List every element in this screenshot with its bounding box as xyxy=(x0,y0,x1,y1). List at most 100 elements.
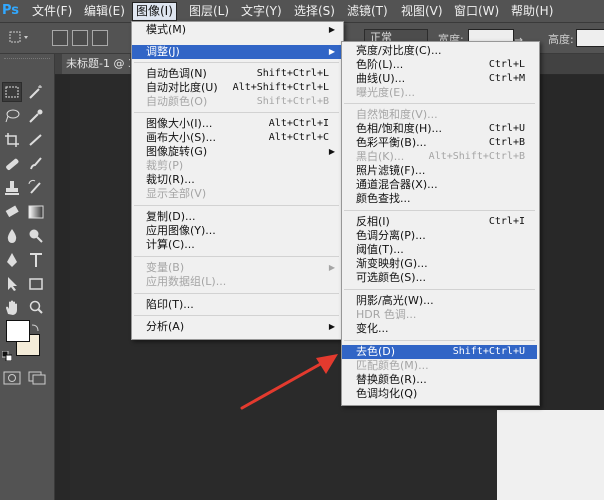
submenu-arrow-icon: ▶ xyxy=(328,47,335,56)
hand-icon[interactable] xyxy=(2,298,22,318)
image-menu-trap[interactable]: 陷印(T)... xyxy=(132,298,341,312)
annotation-arrow xyxy=(240,354,338,410)
adjust-match-color: 匹配颜色(M)... xyxy=(356,359,429,372)
add-selection-icon[interactable] xyxy=(72,30,88,46)
submenu-arrow-icon: ▶ xyxy=(328,25,335,34)
adjust-black-white: 黑白(K)... Alt+Shift+Ctrl+B xyxy=(356,150,525,163)
adjust-desaturate[interactable]: 去色(D) Shift+Ctrl+U xyxy=(342,345,537,359)
adjust-photo-filter[interactable]: 照片滤镜(F)... xyxy=(342,164,537,178)
swap-colors-icon[interactable] xyxy=(30,318,40,332)
adjust-brightness-contrast[interactable]: 亮度/对比度(C)... xyxy=(342,44,537,58)
menu-bar: Ps 文件(F) 编辑(E) 图像(I) 图层(L) 文字(Y) 选择(S) 滤… xyxy=(0,0,604,23)
image-menu-auto-tone[interactable]: 自动色调(N) Shift+Ctrl+L xyxy=(132,67,341,81)
adjust-color-balance[interactable]: 色彩平衡(B)... Ctrl+B xyxy=(342,136,537,150)
image-menu-auto-contrast[interactable]: 自动对比度(U) Alt+Shift+Ctrl+L xyxy=(132,81,341,95)
adjust-hdr-toning: HDR 色调... xyxy=(356,308,417,321)
menu-layer[interactable]: 图层(L) xyxy=(189,3,229,20)
menu-separator xyxy=(344,340,535,341)
adjust-invert[interactable]: 反相(I) Ctrl+I xyxy=(342,215,537,229)
menu-separator xyxy=(134,293,339,294)
measure-icon[interactable] xyxy=(26,130,46,150)
adjust-equalize[interactable]: 色调均化(Q) xyxy=(342,387,537,401)
menu-view[interactable]: 视图(V) xyxy=(401,3,443,20)
eyedropper-icon[interactable] xyxy=(26,106,46,126)
zoom-icon[interactable] xyxy=(26,298,46,318)
menu-separator xyxy=(344,210,535,211)
adjust-threshold[interactable]: 阈值(T)... xyxy=(342,243,537,257)
rectangle-shape-icon[interactable] xyxy=(26,274,46,294)
adjust-variations[interactable]: 变化... xyxy=(342,322,537,336)
menu-separator xyxy=(134,256,339,257)
eraser-icon[interactable] xyxy=(2,202,22,222)
image-menu-mode[interactable]: 模式(M) ▶ xyxy=(132,23,341,37)
lasso-icon[interactable] xyxy=(2,106,22,126)
adjust-exposure: 曝光度(E)... xyxy=(356,86,416,99)
menu-help[interactable]: 帮助(H) xyxy=(511,3,553,20)
path-selection-icon[interactable] xyxy=(2,274,22,294)
new-selection-icon[interactable] xyxy=(52,30,68,46)
type-icon[interactable] xyxy=(26,250,46,270)
toolbox xyxy=(0,54,55,500)
image-menu-analysis[interactable]: 分析(A) ▶ xyxy=(132,320,341,334)
image-menu-duplicate[interactable]: 复制(D)... xyxy=(132,210,341,224)
menu-type[interactable]: 文字(Y) xyxy=(241,3,282,20)
rect-marquee-icon[interactable] xyxy=(2,82,22,102)
adjust-selective-color[interactable]: 可选颜色(S)... xyxy=(342,271,537,285)
app-logo: Ps xyxy=(2,3,20,18)
image-menu-image-size[interactable]: 图像大小(I)... Alt+Ctrl+I xyxy=(132,117,341,131)
image-menu-adjustments[interactable]: 调整(J) ▶ xyxy=(132,45,341,59)
toolbox-grip[interactable] xyxy=(4,58,50,61)
adjust-color-lookup[interactable]: 颜色查找... xyxy=(342,192,537,206)
adjust-shadows-highlights[interactable]: 阴影/高光(W)... xyxy=(342,294,537,308)
menu-separator xyxy=(134,315,339,316)
menu-separator xyxy=(344,103,535,104)
history-brush-icon[interactable] xyxy=(26,178,46,198)
dodge-icon[interactable] xyxy=(26,226,46,246)
quick-mask-icon[interactable] xyxy=(3,370,21,385)
healing-brush-icon[interactable] xyxy=(2,154,22,174)
subtract-selection-icon[interactable] xyxy=(92,30,108,46)
image-menu-trim[interactable]: 裁切(R)... xyxy=(132,173,341,187)
adjust-gradient-map[interactable]: 渐变映射(G)... xyxy=(342,257,537,271)
menu-filter[interactable]: 滤镜(T) xyxy=(347,3,388,20)
adjust-channel-mixer[interactable]: 通道混合器(X)... xyxy=(342,178,537,192)
menu-separator xyxy=(134,205,339,206)
image-menu-calculations[interactable]: 计算(C)... xyxy=(132,238,341,252)
menu-file[interactable]: 文件(F) xyxy=(32,3,72,20)
height-label: 高度: xyxy=(548,33,574,46)
image-menu-apply-data-set: 应用数据组(L)... xyxy=(146,275,227,288)
blur-icon[interactable] xyxy=(2,226,22,246)
adjust-hue-saturation[interactable]: 色相/饱和度(H)... Ctrl+U xyxy=(342,122,537,136)
image-menu-image-rotation[interactable]: 图像旋转(G) ▶ xyxy=(132,145,341,159)
magic-wand-icon[interactable] xyxy=(26,82,46,102)
image-menu-reveal-all: 显示全部(V) xyxy=(146,187,207,200)
adjust-replace-color[interactable]: 替换颜色(R)... xyxy=(342,373,537,387)
adjust-levels[interactable]: 色阶(L)... Ctrl+L xyxy=(342,58,537,72)
menu-separator xyxy=(134,112,339,113)
menu-select[interactable]: 选择(S) xyxy=(294,3,335,20)
image-menu-crop: 裁剪(P) xyxy=(146,159,184,172)
marquee-preset-icon[interactable] xyxy=(8,29,30,45)
crop-icon[interactable] xyxy=(2,130,22,150)
default-colors-icon[interactable] xyxy=(1,346,13,362)
document-tab[interactable]: 未标题-1 @ 3 xyxy=(62,54,130,74)
gradient-icon[interactable] xyxy=(26,202,46,222)
adjust-posterize[interactable]: 色调分离(P)... xyxy=(342,229,537,243)
foreground-color-front[interactable] xyxy=(6,320,30,342)
height-field[interactable] xyxy=(576,29,604,47)
image-menu-apply-image[interactable]: 应用图像(Y)... xyxy=(132,224,341,238)
image-menu-auto-color: 自动颜色(O) Shift+Ctrl+B xyxy=(146,95,329,108)
brush-icon[interactable] xyxy=(26,154,46,174)
adjust-vibrance: 自然饱和度(V)... xyxy=(356,108,438,121)
menu-image[interactable]: 图像(I) xyxy=(132,2,177,21)
menu-window[interactable]: 窗口(W) xyxy=(454,3,499,20)
document-canvas[interactable] xyxy=(497,410,604,500)
image-menu-dropdown: 模式(M) ▶ 调整(J) ▶ 自动色调(N) Shift+Ctrl+L 自动对比度(… xyxy=(131,21,344,340)
pen-icon[interactable] xyxy=(2,250,22,270)
submenu-arrow-icon: ▶ xyxy=(328,322,335,331)
menu-edit[interactable]: 编辑(E) xyxy=(84,3,125,20)
adjust-curves[interactable]: 曲线(U)... Ctrl+M xyxy=(342,72,537,86)
image-menu-canvas-size[interactable]: 画布大小(S)... Alt+Ctrl+C xyxy=(132,131,341,145)
screen-mode-icon[interactable] xyxy=(28,370,46,385)
clone-stamp-icon[interactable] xyxy=(2,178,22,198)
